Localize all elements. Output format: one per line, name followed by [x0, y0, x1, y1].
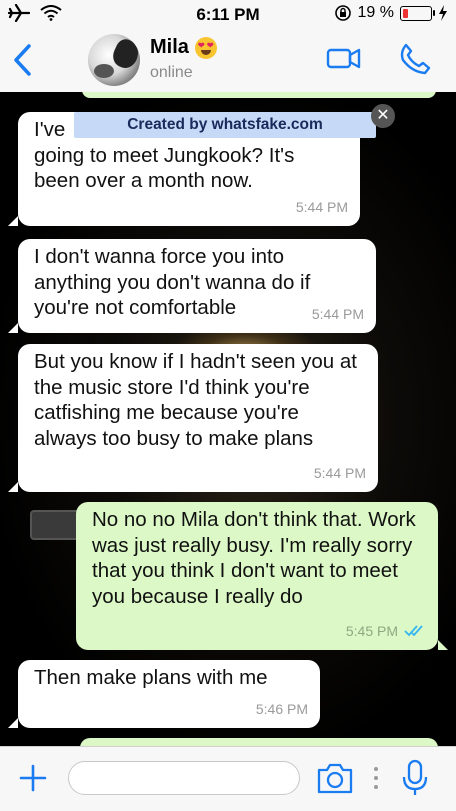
chat-area[interactable]: I've going to meet Jungkook? It's been o…: [0, 92, 456, 746]
charging-icon: [439, 5, 447, 21]
message-bubble-incoming[interactable]: I don't wanna force you into anything yo…: [18, 239, 376, 333]
message-input[interactable]: [68, 761, 300, 795]
battery-percent: 19 %: [357, 4, 394, 21]
bubble-tail: [438, 640, 448, 650]
message-meta: 5:44 PM: [296, 195, 348, 221]
message-time: 5:44 PM: [313, 464, 366, 481]
message-bubble-incoming[interactable]: But you know if I hadn't seen you at the…: [18, 344, 378, 492]
microphone-icon[interactable]: [400, 759, 430, 797]
bubble-tail: [8, 482, 18, 492]
message-meta: 5:46 PM: [256, 697, 308, 723]
message-bubble-outgoing[interactable]: No no no Mila don't think that. Work was…: [76, 502, 438, 650]
orientation-lock-icon: [334, 5, 351, 21]
plus-icon[interactable]: [18, 763, 48, 793]
more-dots-icon: [374, 767, 378, 789]
heart-eyes-emoji-icon: ❤ ❤: [194, 36, 217, 59]
contact-status: online: [150, 64, 193, 81]
bubble-tail: [8, 323, 18, 333]
back-chevron-icon[interactable]: [10, 42, 36, 78]
message-time: 5:44 PM: [311, 305, 364, 322]
status-right: 19 %: [334, 4, 448, 22]
message-meta: 5:44 PM: [312, 302, 364, 328]
contact-name-row[interactable]: Mila ❤ ❤: [150, 36, 217, 59]
message-text: But you know if I hadn't seen you at the…: [34, 350, 358, 450]
close-icon[interactable]: ✕: [371, 104, 395, 128]
message-time: 5:45 PM: [345, 622, 398, 639]
phone-icon[interactable]: [398, 42, 432, 76]
chat-header: Mila ❤ ❤ online: [0, 30, 456, 93]
avatar[interactable]: [88, 34, 140, 86]
message-meta: 5:44 PM: [314, 461, 366, 487]
message-meta: 5:45 PM: [346, 619, 426, 645]
message-text: Then make plans with me: [34, 666, 268, 689]
next-message-edge: [80, 738, 438, 746]
contact-name: Mila: [150, 36, 189, 58]
message-bubble-incoming[interactable]: Then make plans with me 5:46 PM: [18, 660, 320, 728]
video-call-icon[interactable]: [326, 44, 362, 72]
watermark-banner: Created by whatsfake.com: [74, 112, 376, 138]
message-text: No no no Mila don't think that. Work was…: [92, 508, 416, 608]
previous-message-edge: [82, 92, 436, 98]
double-check-icon: [404, 625, 423, 637]
bubble-tail: [8, 718, 18, 728]
camera-icon[interactable]: [316, 761, 354, 795]
status-bar: 6:11 PM 19 %: [0, 0, 456, 30]
message-time: 5:46 PM: [255, 700, 308, 717]
battery-icon: [400, 5, 435, 21]
input-bar: [0, 746, 456, 811]
message-time: 5:44 PM: [295, 198, 348, 215]
bubble-tail: [8, 216, 18, 226]
